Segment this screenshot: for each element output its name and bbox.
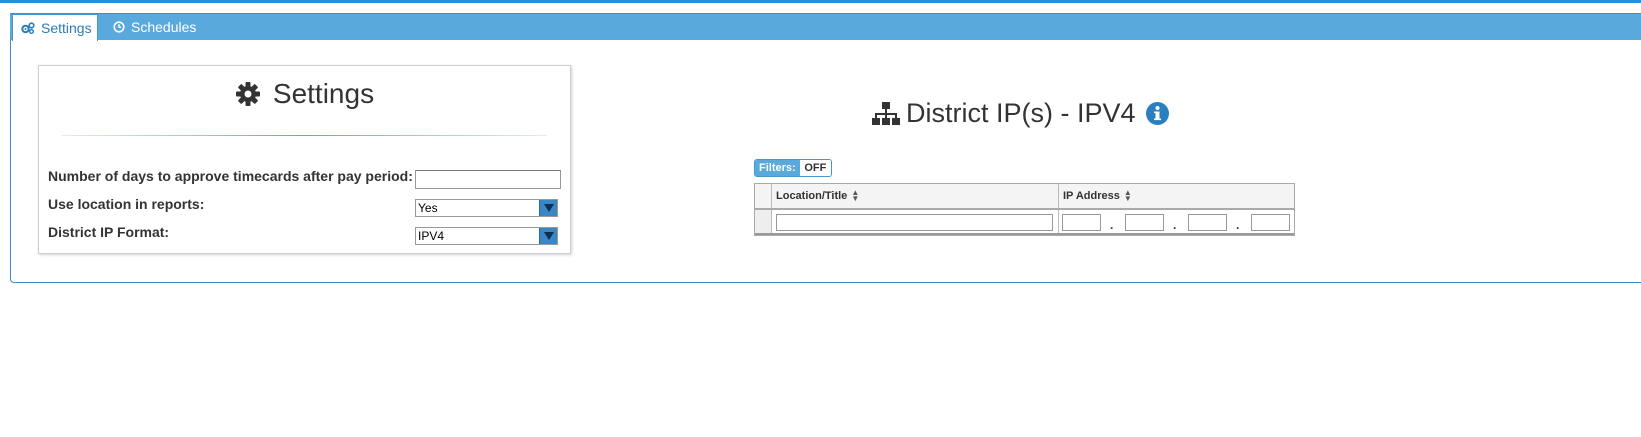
approve-days-input[interactable] bbox=[415, 170, 561, 189]
use-location-label: Use location in reports: bbox=[48, 196, 205, 212]
use-location-select[interactable]: Yes bbox=[415, 199, 558, 217]
column-divider bbox=[1058, 210, 1059, 235]
settings-title-text: Settings bbox=[272, 78, 375, 109]
chevron-down-icon bbox=[539, 200, 557, 216]
column-header-location[interactable]: Location/Title ▲ ▼ bbox=[772, 184, 1059, 208]
ip-format-value: IPV4 bbox=[418, 229, 445, 243]
sitemap-icon bbox=[872, 101, 900, 126]
chevron-down-icon bbox=[539, 228, 557, 244]
ip-separator: . bbox=[1236, 218, 1240, 232]
ip-format-select[interactable]: IPV4 bbox=[415, 227, 558, 245]
settings-card-title: Settings bbox=[39, 78, 570, 110]
gears-icon bbox=[21, 22, 35, 34]
info-icon[interactable] bbox=[1145, 102, 1169, 125]
title-divider bbox=[62, 135, 547, 136]
filters-label: Filters: bbox=[755, 160, 800, 176]
sort-icon: ▲ ▼ bbox=[1123, 188, 1132, 203]
gear-icon bbox=[235, 81, 261, 107]
district-ip-title-text: District IP(s) - IPV4 bbox=[906, 98, 1136, 128]
district-ip-title: District IP(s) - IPV4 bbox=[872, 98, 1169, 129]
tab-bar: Settings Schedules bbox=[10, 13, 1641, 41]
tab-settings[interactable]: Settings bbox=[12, 14, 98, 41]
column-location-label: Location/Title bbox=[776, 190, 848, 202]
filter-row: . . . bbox=[755, 210, 1294, 235]
ip-separator: . bbox=[1173, 218, 1177, 232]
grid-row-header-cell bbox=[755, 184, 772, 208]
ip-octet-4-input[interactable] bbox=[1251, 214, 1290, 231]
filters-state: OFF bbox=[799, 160, 831, 176]
district-ip-grid: Location/Title ▲ ▼ IP Address ▲ ▼ . . . bbox=[754, 183, 1295, 236]
column-header-ip[interactable]: IP Address ▲ ▼ bbox=[1059, 184, 1294, 208]
tab-settings-label: Settings bbox=[41, 20, 92, 36]
filters-toggle[interactable]: Filters: OFF bbox=[754, 159, 832, 177]
tab-schedules[interactable]: Schedules bbox=[113, 14, 196, 40]
ip-octet-1-input[interactable] bbox=[1062, 214, 1101, 231]
approve-days-label: Number of days to approve timecards afte… bbox=[48, 168, 413, 184]
column-ip-label: IP Address bbox=[1063, 190, 1120, 202]
settings-card: Settings Number of days to approve timec… bbox=[38, 65, 571, 254]
filter-row-header bbox=[755, 210, 772, 235]
ip-octet-3-input[interactable] bbox=[1188, 214, 1227, 231]
grid-bottom-border bbox=[755, 233, 1294, 235]
location-filter-input[interactable] bbox=[776, 214, 1053, 231]
clock-icon bbox=[113, 21, 125, 33]
tab-schedules-label: Schedules bbox=[131, 19, 197, 35]
ip-separator: . bbox=[1110, 218, 1114, 232]
ip-format-label: District IP Format: bbox=[48, 224, 170, 240]
top-accent-line bbox=[0, 0, 1641, 3]
sort-icon: ▲ ▼ bbox=[851, 188, 860, 203]
use-location-value: Yes bbox=[418, 201, 438, 215]
ip-octet-2-input[interactable] bbox=[1125, 214, 1164, 231]
